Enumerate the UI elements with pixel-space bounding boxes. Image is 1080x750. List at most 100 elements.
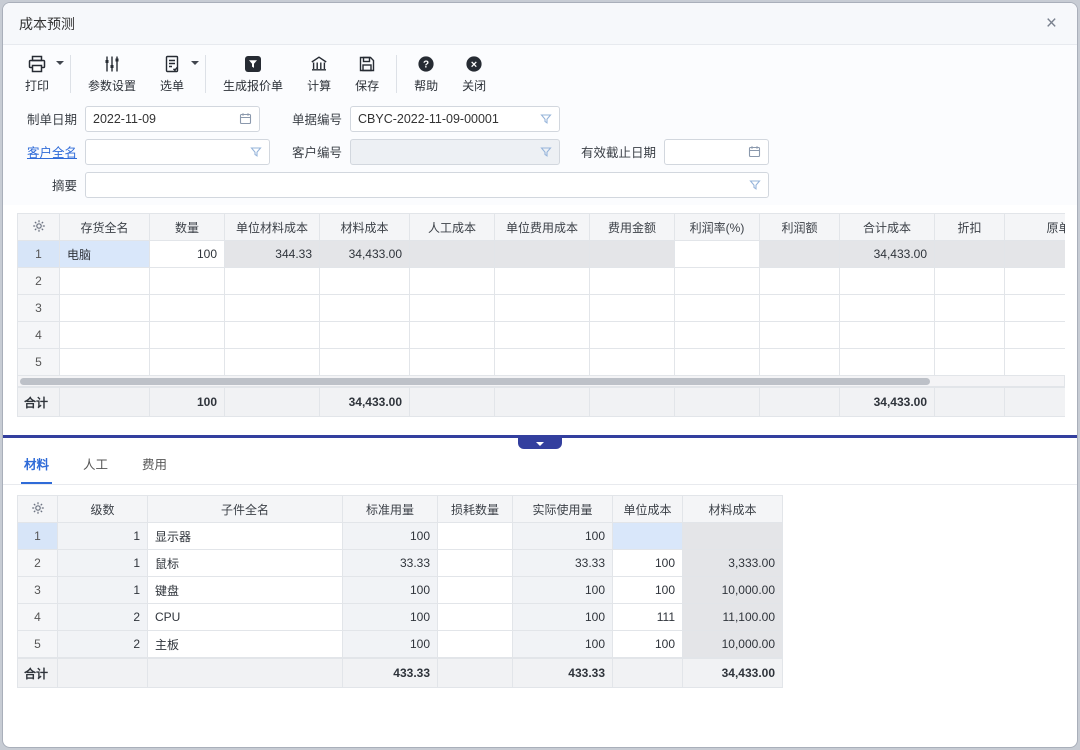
cell[interactable] [320, 295, 410, 322]
cell[interactable] [225, 268, 320, 295]
cell[interactable] [320, 349, 410, 376]
cell[interactable] [320, 268, 410, 295]
toolbar-button-generate-quote[interactable]: 生成报价单 [211, 52, 295, 96]
cell[interactable]: 100 [513, 577, 613, 604]
cell[interactable] [675, 268, 760, 295]
filter-icon[interactable] [749, 179, 761, 191]
filter-icon[interactable] [250, 146, 262, 158]
customer-code-input[interactable] [350, 139, 560, 165]
cell[interactable]: 1 [58, 550, 148, 577]
horizontal-scrollbar[interactable] [17, 376, 1065, 387]
valid-until-input[interactable] [664, 139, 769, 165]
cell[interactable] [935, 349, 1005, 376]
cell[interactable] [150, 349, 225, 376]
cell[interactable] [935, 241, 1005, 268]
chevron-down-icon[interactable] [191, 61, 199, 65]
cell[interactable] [675, 322, 760, 349]
cell[interactable]: 1 [58, 523, 148, 550]
tab-expense[interactable]: 费用 [139, 454, 170, 484]
cell[interactable] [60, 322, 150, 349]
cell[interactable] [1005, 349, 1066, 376]
cell[interactable] [613, 523, 683, 550]
cell[interactable] [495, 295, 590, 322]
row-number[interactable]: 2 [18, 268, 60, 295]
cell[interactable]: 100 [513, 631, 613, 658]
tab-labor[interactable]: 人工 [80, 454, 111, 484]
toolbar-button-close-circle[interactable]: ×关闭 [450, 52, 498, 96]
cell[interactable]: 34,433.00 [320, 241, 410, 268]
cell[interactable] [60, 349, 150, 376]
toolbar-button-printer[interactable]: 打印 [13, 52, 65, 96]
cell[interactable]: 11,100.00 [683, 604, 783, 631]
row-number[interactable]: 5 [18, 349, 60, 376]
cell[interactable]: 100 [613, 550, 683, 577]
cell[interactable] [1005, 295, 1066, 322]
cell[interactable] [150, 295, 225, 322]
cell[interactable]: 100 [613, 577, 683, 604]
cell[interactable]: 100 [343, 631, 438, 658]
chevron-down-icon[interactable] [56, 61, 64, 65]
calendar-icon[interactable] [748, 145, 761, 158]
cell[interactable]: 键盘 [148, 577, 343, 604]
toolbar-button-help[interactable]: ?帮助 [402, 52, 450, 96]
cell[interactable] [410, 241, 495, 268]
cell[interactable]: 344.33 [225, 241, 320, 268]
cell[interactable] [60, 295, 150, 322]
cell[interactable] [495, 268, 590, 295]
cell[interactable]: 100 [343, 577, 438, 604]
cell[interactable]: 10,000.00 [683, 631, 783, 658]
close-icon[interactable]: × [1042, 12, 1061, 35]
cell[interactable] [840, 322, 935, 349]
cell[interactable]: 111 [613, 604, 683, 631]
cell[interactable] [438, 523, 513, 550]
toolbar-button-save[interactable]: 保存 [343, 52, 391, 96]
calendar-icon[interactable] [239, 112, 252, 125]
tab-materials[interactable]: 材料 [21, 454, 52, 484]
cell[interactable] [438, 577, 513, 604]
row-number[interactable]: 3 [18, 295, 60, 322]
cell[interactable]: 100 [513, 604, 613, 631]
cell[interactable]: 100 [343, 523, 438, 550]
cell[interactable] [1005, 322, 1066, 349]
cell[interactable] [225, 295, 320, 322]
row-number[interactable]: 1 [18, 523, 58, 550]
cell[interactable] [410, 322, 495, 349]
cell[interactable] [225, 322, 320, 349]
cell[interactable] [495, 241, 590, 268]
cell[interactable] [840, 295, 935, 322]
cell[interactable] [590, 268, 675, 295]
toolbar-button-calculate[interactable]: 计算 [295, 52, 343, 96]
cell[interactable]: 100 [150, 241, 225, 268]
cell[interactable] [410, 295, 495, 322]
cell[interactable] [760, 241, 840, 268]
cell[interactable]: 100 [613, 631, 683, 658]
cell[interactable] [760, 322, 840, 349]
cell[interactable]: 显示器 [148, 523, 343, 550]
cell[interactable] [675, 295, 760, 322]
filter-icon[interactable] [540, 146, 552, 158]
cell[interactable]: 1 [58, 577, 148, 604]
cell[interactable]: 33.33 [343, 550, 438, 577]
cell[interactable] [320, 322, 410, 349]
grid-settings-button[interactable] [18, 214, 60, 241]
cell[interactable] [60, 268, 150, 295]
toolbar-button-select-doc[interactable]: 选单 [148, 52, 200, 96]
row-number[interactable]: 2 [18, 550, 58, 577]
cell[interactable]: 100 [513, 523, 613, 550]
cell[interactable] [590, 349, 675, 376]
cell[interactable] [675, 241, 760, 268]
cell[interactable] [760, 268, 840, 295]
row-number[interactable]: 4 [18, 322, 60, 349]
cell[interactable]: 33.33 [513, 550, 613, 577]
scrollbar-thumb[interactable] [20, 378, 930, 385]
collapse-splitter-button[interactable] [518, 438, 562, 449]
grid-settings-button[interactable] [18, 496, 58, 523]
cell[interactable] [760, 349, 840, 376]
cell[interactable] [935, 322, 1005, 349]
cell[interactable] [1005, 241, 1066, 268]
cell[interactable]: 主板 [148, 631, 343, 658]
cell[interactable]: 鼠标 [148, 550, 343, 577]
doc-date-input[interactable]: 2022-11-09 [85, 106, 260, 132]
cell[interactable] [935, 295, 1005, 322]
cell[interactable] [225, 349, 320, 376]
